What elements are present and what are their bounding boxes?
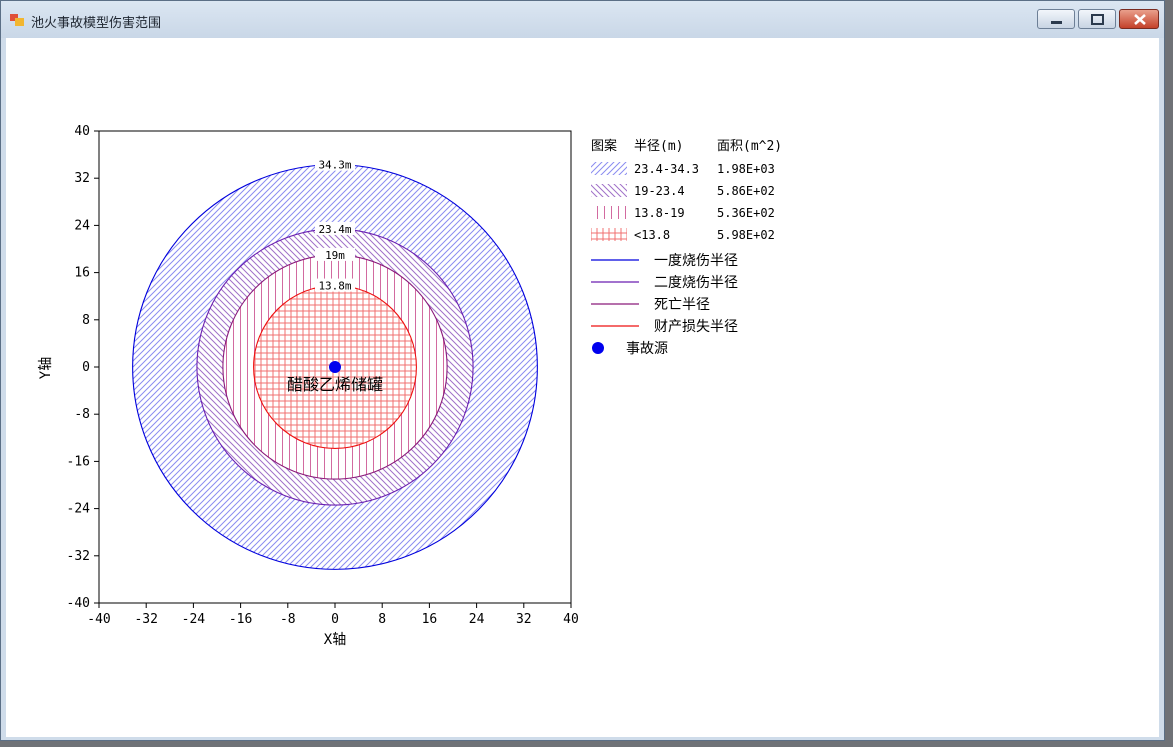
y-tick-label: 32 [74, 171, 90, 186]
radius-label-3: 19m [325, 249, 345, 262]
radius-label-2: 23.4m [318, 223, 351, 236]
maximize-button[interactable] [1078, 9, 1116, 29]
minimize-icon [1051, 21, 1062, 24]
x-tick-label: -32 [134, 612, 157, 627]
y-tick-label: -40 [67, 596, 90, 611]
legend-swatch-back-diag [591, 184, 627, 197]
x-tick-label: -24 [182, 612, 206, 627]
close-button[interactable] [1119, 9, 1159, 29]
x-tick-label: 16 [422, 612, 438, 627]
accident-source-point [329, 361, 341, 373]
legend-source-swatch [592, 342, 604, 354]
y-tick-label: 40 [74, 124, 90, 139]
y-tick-label: 8 [82, 313, 90, 328]
x-axis-label: X轴 [324, 632, 346, 648]
legend-area: 1.98E+03 [717, 162, 775, 176]
y-tick-label: -24 [67, 502, 91, 517]
title-bar[interactable]: 池火事故模型伤害范围 [1, 1, 1164, 38]
legend-area: 5.86E+02 [717, 184, 775, 198]
y-axis-label: Y轴 [38, 357, 54, 379]
legend-header-radius: 半径(m) [634, 139, 683, 154]
legend-swatch-fwd-diag [591, 162, 627, 175]
legend-swatch-grid [591, 228, 627, 241]
close-icon [1134, 14, 1146, 25]
radius-label-4: 13.8m [318, 280, 351, 293]
legend-header-area: 面积(m^2) [717, 139, 782, 154]
y-tick-label: -32 [67, 549, 90, 564]
legend-line-label: 财产损失半径 [654, 319, 738, 335]
legend-line-label: 一度烧伤半径 [654, 253, 738, 269]
x-tick-label: 24 [469, 612, 485, 627]
app-icon [10, 14, 24, 26]
x-tick-label: -8 [280, 612, 296, 627]
legend-line-label: 二度烧伤半径 [654, 275, 738, 291]
y-tick-label: -16 [67, 454, 90, 469]
y-tick-label: 16 [74, 266, 90, 281]
y-tick-label: 0 [82, 360, 90, 375]
legend-radius: 13.8-19 [634, 206, 685, 220]
minimize-button[interactable] [1037, 9, 1075, 29]
radius-label-1: 34.3m [318, 159, 351, 172]
x-tick-label: 8 [378, 612, 386, 627]
chart-legend: 图案 半径(m) 面积(m^2) 23.4-34.3 1.98E+03 19-23.… [591, 139, 782, 357]
y-tick-label: 24 [74, 218, 90, 233]
legend-area: 5.36E+02 [717, 206, 775, 220]
legend-area: 5.98E+02 [717, 228, 775, 242]
y-tick-label: -8 [74, 407, 90, 422]
maximize-icon [1091, 14, 1104, 25]
accident-source-label: 醋酸乙烯储罐 [287, 375, 383, 394]
legend-swatch-vertical [591, 206, 627, 219]
legend-line-label: 死亡半径 [654, 297, 710, 313]
x-tick-label: -40 [87, 612, 110, 627]
legend-source-label: 事故源 [626, 341, 668, 357]
app-window: 池火事故模型伤害范围 34.3m 23.4m 19m 13.8m 醋酸乙烯储罐 … [0, 0, 1165, 741]
form-client-area: 34.3m 23.4m 19m 13.8m 醋酸乙烯储罐 -40 -32 -24 -16 -8 0… [6, 38, 1159, 737]
legend-radius: 23.4-34.3 [634, 162, 699, 176]
x-tick-label: -16 [229, 612, 252, 627]
x-tick-label: 32 [516, 612, 532, 627]
x-tick-label: 0 [331, 612, 339, 627]
damage-range-chart: 34.3m 23.4m 19m 13.8m 醋酸乙烯储罐 -40 -32 -24 -16 -8 0… [38, 124, 782, 648]
legend-radius: 19-23.4 [634, 184, 685, 198]
legend-radius: <13.8 [634, 228, 670, 242]
window-title: 池火事故模型伤害范围 [31, 16, 162, 31]
legend-header-pattern: 图案 [591, 139, 617, 154]
x-tick-label: 40 [563, 612, 579, 627]
